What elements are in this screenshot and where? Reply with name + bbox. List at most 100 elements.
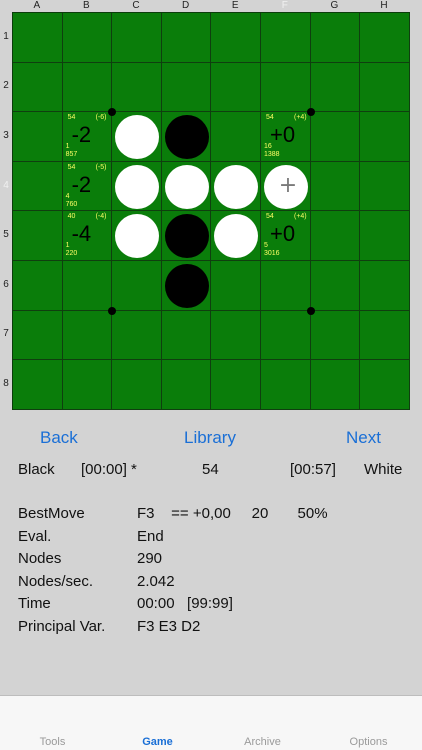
board-cell-a8[interactable] [13,360,63,410]
board-cell-c6[interactable] [112,261,162,311]
eval-depth: 40 [67,213,76,221]
board-cell-e3[interactable] [211,112,261,162]
board-cell-g3[interactable] [310,112,361,162]
board-cell-f8[interactable] [261,360,311,410]
info-row-nodes-sec: Nodes/sec. 2.042 [18,573,408,596]
info-row-nodes: Nodes 290 [18,550,408,573]
time-value: 00:00 [99:99] [137,595,233,612]
board-cell-e7[interactable] [211,310,261,361]
star-point [306,306,315,315]
column-label-h: H [380,0,388,11]
move-evaluation-b4[interactable]: 54 (-5) -2 4 760 [63,162,113,212]
board-cell-a1[interactable] [13,13,63,63]
black-clock: [00:00] * [81,461,137,478]
board-cell-h5[interactable] [360,211,410,261]
row-label-8: 8 [3,378,9,389]
tab-tools[interactable]: Tools [0,736,105,748]
board-cell-g5[interactable] [310,211,361,261]
move-evaluation-f3[interactable]: 54 (+4) +0 16 1388 [261,112,311,162]
board-cell-a4[interactable] [13,161,63,212]
board-cell-g6[interactable] [310,261,361,311]
column-label-g: G [330,0,339,11]
board-cell-a3[interactable] [13,112,63,162]
board-cell-f6[interactable] [261,261,311,311]
board-cell-b7[interactable] [62,310,113,361]
board-cell-c1[interactable] [112,13,162,63]
game-status: Black [00:00] * 54 [00:57] White [0,461,422,481]
column-label-a: A [33,0,41,11]
white-clock: [00:57] [290,461,336,478]
board-cell-e2[interactable] [211,62,261,113]
eval-count: 16 [264,143,272,151]
star-point [108,306,117,315]
tab-game[interactable]: Game [105,736,210,748]
othello-board[interactable]: +54 (-6) -2 1 857 54 (+4) +0 16 1388 54 (-5) -2 4 760 4… [12,12,410,410]
navigation-bar: Back Library Next [0,428,422,452]
white-disc-c5 [115,214,159,259]
board-cell-h1[interactable] [360,13,410,63]
board-cell-c2[interactable] [112,62,162,113]
row-label-5: 5 [3,229,9,241]
board-cell-d1[interactable] [161,13,212,63]
tab-options[interactable]: Options [316,736,421,748]
column-label-f: F [281,0,288,11]
board-cell-g2[interactable] [310,62,361,113]
board-cell-f1[interactable] [261,13,311,63]
eval-count: 1 [65,143,70,151]
eval-count: 5 [264,242,268,250]
move-count: 54 [202,461,219,478]
board-cell-b1[interactable] [62,13,113,63]
board-cell-g1[interactable] [310,13,361,63]
nodes-sec-value: 2.042 [137,572,175,590]
info-row-eval: Eval. End [18,528,408,551]
board-cell-g7[interactable] [310,310,361,361]
move-evaluation-b3[interactable]: 54 (-6) -2 1 857 [63,112,113,162]
board-cell-f7[interactable] [261,310,311,361]
eval-label: Eval. [18,527,52,545]
move-evaluation-f5[interactable]: 54 (+4) +0 5 3016 [261,211,311,261]
white-disc-c3 [115,115,159,159]
board-cell-h7[interactable] [360,310,410,361]
board-cell-c8[interactable] [112,360,162,410]
eval-depth: 54 [266,213,274,221]
board-cell-h8[interactable] [360,360,410,410]
eval-nodes: 3016 [264,250,280,258]
back-button[interactable]: Back [40,428,78,448]
library-button[interactable]: Library [184,428,236,448]
engine-info: BestMove F3 == +0,00 20 50% Eval. End No… [18,505,408,640]
board-cell-b8[interactable] [62,360,113,410]
info-row-bestmove: BestMove F3 == +0,00 20 50% [18,505,408,528]
board-cell-e8[interactable] [211,360,261,410]
board-cell-h3[interactable] [360,112,410,162]
move-evaluation-b5[interactable]: 40 (-4) -4 1 220 [63,211,113,261]
board-cell-e1[interactable] [211,13,261,63]
board-cell-b6[interactable] [62,261,113,311]
board-cell-g8[interactable] [310,360,361,410]
black-disc-d3 [164,115,209,159]
board-cell-a7[interactable] [13,310,63,361]
tab-archive[interactable]: Archive [210,736,315,748]
board-cell-h2[interactable] [360,62,410,113]
board-cell-c7[interactable] [112,310,162,361]
board-cell-f2[interactable] [261,62,311,113]
board-cell-a2[interactable] [13,62,63,113]
time-label: Time [18,595,51,612]
eval-delta: (-4) [95,213,107,221]
board-cell-h6[interactable] [360,261,410,311]
board-cell-h4[interactable] [360,161,410,212]
board-cell-d7[interactable] [161,310,212,361]
row-label-6: 6 [3,278,9,290]
eval-depth: 54 [67,163,76,171]
next-button[interactable]: Next [346,428,381,448]
eval-score: +0 [270,122,296,148]
row-label-7: 7 [3,328,9,340]
board-cell-b2[interactable] [62,62,113,113]
board-cell-a6[interactable] [13,261,63,311]
eval-count: 1 [65,242,70,250]
board-cell-a5[interactable] [13,211,63,261]
board-cell-d8[interactable] [161,360,212,410]
eval-depth: 54 [67,114,76,122]
board-cell-e6[interactable] [211,261,261,311]
board-cell-g4[interactable] [310,161,361,212]
board-cell-d2[interactable] [161,62,212,113]
